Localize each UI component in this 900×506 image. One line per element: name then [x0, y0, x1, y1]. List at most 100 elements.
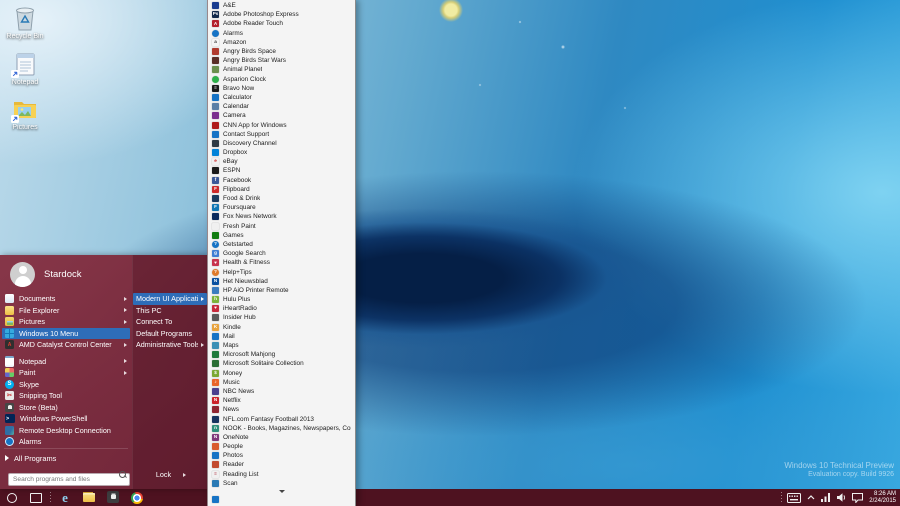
network-icon[interactable]	[818, 489, 834, 506]
taskbar-chrome-button[interactable]	[125, 489, 149, 506]
app-item-nfl-com-fantasy-football-2013[interactable]: NFL.com Fantasy Football 2013	[208, 414, 355, 423]
app-item-kindle[interactable]: KKindle	[208, 323, 355, 332]
app-item-cnn-app-for-windows[interactable]: CNN App for Windows	[208, 120, 355, 129]
app-item-nook-books-magazines-newspapers-comics[interactable]: nNOOK - Books, Magazines, Newspapers, Co…	[208, 424, 355, 433]
app-item-flipboard[interactable]: FFlipboard	[208, 185, 355, 194]
taskbar-ie-button[interactable]	[53, 489, 77, 506]
app-item-fresh-paint[interactable]: Fresh Paint	[208, 222, 355, 231]
user-name[interactable]: Stardock	[44, 269, 82, 280]
app-item-microsoft-mahjong[interactable]: Microsoft Mahjong	[208, 350, 355, 359]
app-item-people[interactable]: People	[208, 442, 355, 451]
user-tile[interactable]: Stardock	[10, 262, 82, 287]
start-item-paint[interactable]: Paint	[2, 367, 130, 379]
taskbar-cortana-button[interactable]	[0, 489, 24, 506]
app-item-a-e[interactable]: A&E	[208, 1, 355, 10]
taskbar-file-explorer-button[interactable]	[77, 489, 101, 506]
app-item-calculator[interactable]: Calculator	[208, 93, 355, 102]
lock-submenu-arrow-icon[interactable]	[183, 473, 186, 477]
start-item-snipping-tool[interactable]: ✂Snipping Tool	[2, 390, 130, 402]
volume-icon[interactable]	[834, 489, 849, 506]
app-item-photos[interactable]: Photos	[208, 451, 355, 460]
start-item-pictures[interactable]: Pictures	[2, 316, 130, 328]
windows-10-menu-icon	[5, 329, 14, 338]
start-item-file-explorer[interactable]: File Explorer	[2, 305, 130, 317]
desktop-icon-label: Recycle Bin	[2, 33, 48, 41]
app-item-mail[interactable]: Mail	[208, 332, 355, 341]
app-item-health-fitness[interactable]: ♥Health & Fitness	[208, 258, 355, 267]
start-item-documents[interactable]: Documents	[2, 293, 130, 305]
app-item-discovery-channel[interactable]: Discovery Channel	[208, 139, 355, 148]
app-item-onenote[interactable]: NOneNote	[208, 433, 355, 442]
app-item-reader[interactable]: Reader	[208, 460, 355, 469]
app-item-alarms[interactable]: Alarms	[208, 29, 355, 38]
app-item-insider-hub[interactable]: Insider Hub	[208, 313, 355, 322]
app-item-bravo-now[interactable]: ≡Bravo Now	[208, 84, 355, 93]
start-item-modern-ui-applications[interactable]: Modern UI Applications	[133, 293, 207, 305]
start-item-administrative-tools[interactable]: Administrative Tools	[133, 339, 207, 351]
tray-clock[interactable]: 8:26 AM2/24/2015	[866, 491, 900, 505]
desktop-icon-pictures[interactable]: Pictures	[2, 95, 48, 132]
start-item-label: This PC	[136, 306, 204, 315]
app-item-espn[interactable]: ESPN	[208, 166, 355, 175]
app-item-angry-birds-star-wars[interactable]: Angry Birds Star Wars	[208, 56, 355, 65]
start-item-store-beta[interactable]: Store (Beta)	[2, 401, 130, 413]
app-item-getstarted[interactable]: ?Getstarted	[208, 240, 355, 249]
desktop-icon-notepad[interactable]: Notepad	[2, 50, 48, 87]
app-item-music[interactable]: ♪Music	[208, 378, 355, 387]
app-item-netflix[interactable]: NNetflix	[208, 396, 355, 405]
taskbar-store-button[interactable]	[101, 489, 125, 506]
app-item-animal-planet[interactable]: Animal Planet	[208, 65, 355, 74]
start-item-notepad[interactable]: Notepad	[2, 355, 130, 367]
app-item-google-search[interactable]: gGoogle Search	[208, 249, 355, 258]
app-item-adobe-photoshop-express[interactable]: PsAdobe Photoshop Express	[208, 10, 355, 19]
app-item-help-tips[interactable]: ?Help+Tips	[208, 267, 355, 276]
lock-button[interactable]: Lock	[138, 468, 204, 481]
app-item-microsoft-solitaire-collection[interactable]: Microsoft Solitaire Collection	[208, 359, 355, 368]
start-item-remote-desktop-connection[interactable]: Remote Desktop Connection	[2, 425, 130, 437]
app-item-foursquare[interactable]: FFoursquare	[208, 203, 355, 212]
app-item-iheartradio[interactable]: ♥iHeartRadio	[208, 304, 355, 313]
app-item-ebay[interactable]: eeBay	[208, 157, 355, 166]
app-item-het-nieuwsblad[interactable]: NHet Nieuwsblad	[208, 277, 355, 286]
all-programs-button[interactable]: All Programs	[2, 452, 136, 464]
start-item-alarms[interactable]: Alarms	[2, 436, 130, 448]
scroll-down-icon[interactable]	[208, 488, 355, 495]
action-center-icon[interactable]	[849, 489, 866, 506]
app-item-partial[interactable]	[208, 495, 355, 504]
app-item-reading-list[interactable]: ≡Reading List	[208, 470, 355, 479]
app-item-asparion-clock[interactable]: Asparion Clock	[208, 75, 355, 84]
app-item-adobe-reader-touch[interactable]: AAdobe Reader Touch	[208, 19, 355, 28]
insider-hub-icon	[212, 314, 219, 321]
start-item-skype[interactable]: SSkype	[2, 378, 130, 390]
start-item-connect-to[interactable]: Connect To	[133, 316, 207, 328]
start-item-amd-catalyst-control-center[interactable]: AAMD Catalyst Control Center	[2, 339, 130, 351]
start-item-windows-powershell[interactable]: >Windows PowerShell	[2, 413, 130, 425]
app-item-calendar[interactable]: Calendar	[208, 102, 355, 111]
start-item-windows-10-menu[interactable]: Windows 10 Menu	[2, 328, 130, 340]
app-item-scan[interactable]: Scan	[208, 479, 355, 488]
start-item-this-pc[interactable]: This PC	[133, 305, 207, 317]
start-item-default-programs[interactable]: Default Programs	[133, 328, 207, 340]
app-item-money[interactable]: $Money	[208, 369, 355, 378]
taskbar-task-view-button[interactable]	[24, 489, 48, 506]
app-item-facebook[interactable]: fFacebook	[208, 176, 355, 185]
show-hidden-icons-icon[interactable]	[804, 489, 818, 506]
app-item-amazon[interactable]: aAmazon	[208, 38, 355, 47]
app-item-fox-news-network[interactable]: Fox News Network	[208, 212, 355, 221]
app-item-news[interactable]: News	[208, 405, 355, 414]
touch-keyboard-icon[interactable]	[784, 489, 804, 506]
app-item-maps[interactable]: Maps	[208, 341, 355, 350]
search-input[interactable]	[8, 473, 130, 486]
app-item-angry-birds-space[interactable]: Angry Birds Space	[208, 47, 355, 56]
app-item-games[interactable]: Games	[208, 231, 355, 240]
app-item-dropbox[interactable]: Dropbox	[208, 148, 355, 157]
user-avatar[interactable]	[10, 262, 35, 287]
app-item-contact-support[interactable]: Contact Support	[208, 130, 355, 139]
app-item-label: Scan	[223, 480, 238, 487]
app-item-food-drink[interactable]: Food & Drink	[208, 194, 355, 203]
app-item-camera[interactable]: Camera	[208, 111, 355, 120]
app-item-hulu-plus[interactable]: hHulu Plus	[208, 295, 355, 304]
desktop-icon-recycle-bin[interactable]: Recycle Bin	[2, 4, 48, 41]
app-item-nbc-news[interactable]: NBC News	[208, 387, 355, 396]
app-item-hp-aio-printer-remote[interactable]: HP AiO Printer Remote	[208, 286, 355, 295]
